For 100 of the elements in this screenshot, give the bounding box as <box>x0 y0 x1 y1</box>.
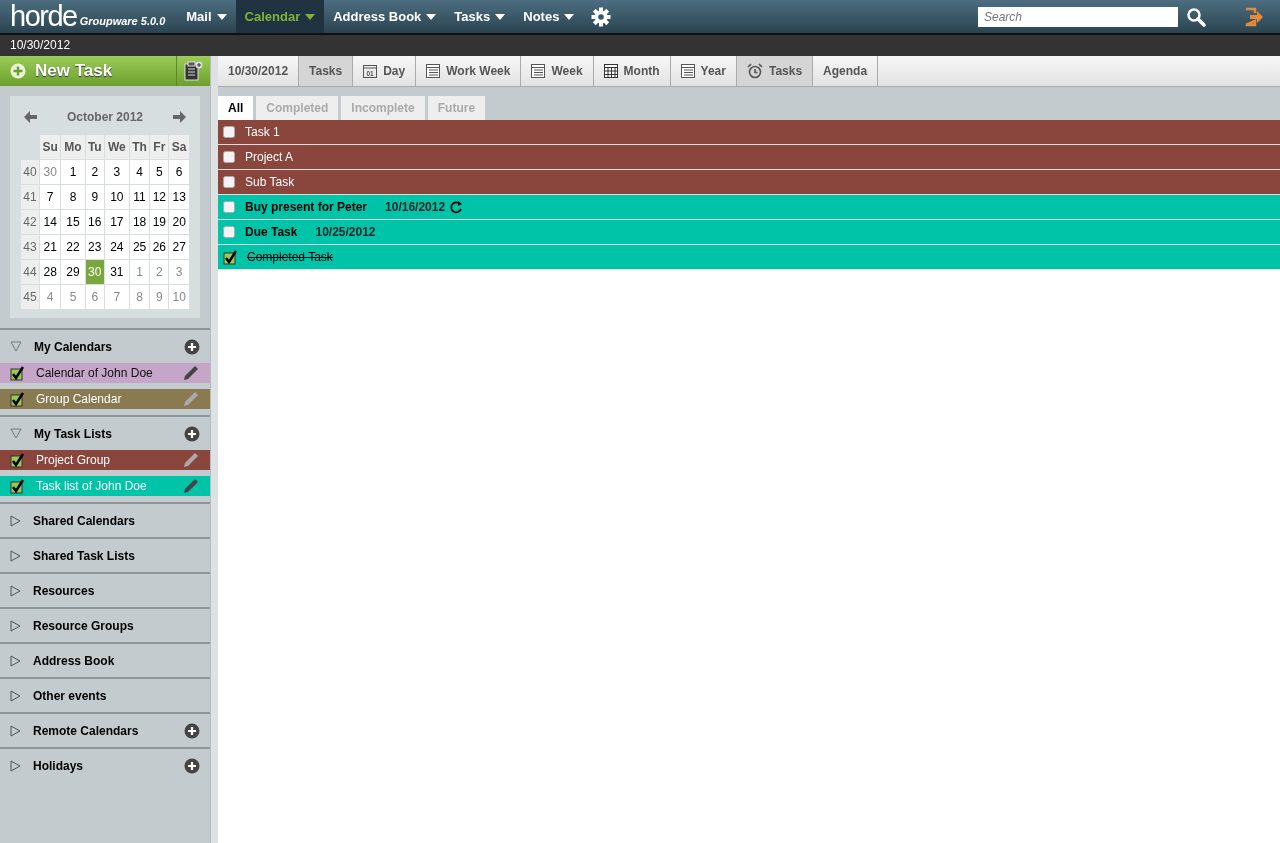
item-label: Group Calendar <box>36 391 123 408</box>
section-title[interactable]: Address Book <box>33 651 200 670</box>
pencil-icon[interactable] <box>182 477 200 495</box>
pencil-icon[interactable] <box>182 364 200 382</box>
checkbox[interactable] <box>223 226 235 238</box>
left-arrow-icon[interactable] <box>24 111 37 123</box>
section-title[interactable]: Other events <box>33 686 200 705</box>
weekday-header: Mo <box>60 134 86 160</box>
section-title[interactable]: My Calendars <box>34 337 172 356</box>
settings-icon[interactable] <box>591 6 612 27</box>
triangle-right-icon[interactable] <box>10 654 21 667</box>
caret-icon <box>495 12 506 21</box>
view-tab[interactable]: Tasks <box>299 56 354 86</box>
week-number: 41 <box>20 184 40 210</box>
list-icon <box>426 64 441 78</box>
triangle-right-icon[interactable] <box>10 689 21 702</box>
view-tab[interactable]: Agenda <box>813 56 879 86</box>
version-label: Groupware 5.0.0 <box>78 13 167 29</box>
filter-tab[interactable]: All <box>218 96 254 120</box>
calendar-list-item[interactable]: Project Group <box>0 450 210 470</box>
task-row[interactable]: Sub Task <box>218 170 1280 195</box>
task-name: Completed Task <box>247 249 333 266</box>
checkbox[interactable] <box>223 176 235 188</box>
checkbox[interactable] <box>223 201 235 213</box>
task-name: Buy present for Peter <box>245 199 368 216</box>
section-title[interactable]: Resources <box>33 581 200 600</box>
checkbox[interactable] <box>10 365 24 381</box>
plus-icon <box>10 63 26 79</box>
weekday-header: Th <box>129 134 150 160</box>
menu-item[interactable]: Calendar <box>235 0 325 33</box>
triangle-right-icon[interactable] <box>10 549 21 562</box>
section-title[interactable]: My Task Lists <box>34 424 172 443</box>
weekday-header: Sa <box>168 134 190 160</box>
item-label: Project Group <box>36 452 112 469</box>
checkbox[interactable] <box>10 452 24 468</box>
date-label: 10/30/2012 <box>0 35 1280 56</box>
search-field[interactable]: Search <box>978 6 1178 27</box>
plus-icon[interactable] <box>184 722 200 739</box>
calendar-list-item[interactable]: Group Calendar <box>0 389 210 409</box>
caret-icon <box>564 12 575 21</box>
section-title[interactable]: Shared Task Lists <box>33 546 200 565</box>
checkbox[interactable] <box>10 391 24 407</box>
week-number: 42 <box>20 209 40 235</box>
menu-item[interactable]: Notes <box>514 0 584 33</box>
due-date: 10/25/2012 <box>315 224 376 241</box>
task-name: Sub Task <box>245 174 295 191</box>
menu-item[interactable]: Mail <box>177 0 236 33</box>
triangle-right-icon[interactable] <box>10 724 21 737</box>
logout-icon[interactable] <box>1244 6 1264 27</box>
triangle-right-icon[interactable] <box>10 759 21 772</box>
menu-item[interactable]: Tasks <box>445 0 515 33</box>
week-number: 44 <box>20 259 40 285</box>
due-date: 10/16/2012 <box>385 199 446 216</box>
section-title[interactable]: Resource Groups <box>33 616 200 635</box>
search-icon[interactable] <box>1186 6 1206 27</box>
caret-icon <box>305 12 316 21</box>
section-title[interactable]: Shared Calendars <box>33 511 200 530</box>
item-label: Calendar of John Doe <box>36 365 154 382</box>
plus-icon[interactable] <box>184 338 200 355</box>
triangle-down-icon[interactable] <box>10 341 22 352</box>
task-name: Task 1 <box>245 124 280 141</box>
logo: horde <box>9 0 77 33</box>
triangle-down-icon[interactable] <box>10 428 22 439</box>
task-row[interactable]: Due Task 10/25/2012 <box>218 220 1280 245</box>
week-number: 40 <box>20 159 40 185</box>
task-row[interactable]: Task 1 <box>218 120 1280 145</box>
triangle-right-icon[interactable] <box>10 514 21 527</box>
checkbox[interactable] <box>10 478 24 494</box>
weekday-header: Su <box>39 134 61 160</box>
checkbox[interactable] <box>223 249 237 265</box>
task-row[interactable]: Buy present for Peter 10/16/2012 <box>218 195 1280 220</box>
checkbox[interactable] <box>223 126 235 138</box>
view-tab[interactable]: Year <box>670 56 737 86</box>
section-title[interactable]: Holidays <box>33 756 172 775</box>
section-title[interactable]: Remote Calendars <box>33 721 172 740</box>
plus-icon[interactable] <box>184 757 200 774</box>
calendar-list-item[interactable]: Calendar of John Doe <box>0 363 210 383</box>
clipboard-icon[interactable] <box>184 61 203 81</box>
view-tab[interactable]: Month <box>593 56 671 86</box>
weekday-header: We <box>104 134 130 160</box>
view-tab[interactable]: Tasks <box>736 56 814 86</box>
grid-icon <box>603 64 618 78</box>
list-icon <box>531 64 546 78</box>
task-row[interactable]: Completed Task <box>218 245 1280 270</box>
alarm-clock-icon <box>746 63 763 79</box>
checkbox[interactable] <box>223 151 235 163</box>
triangle-right-icon[interactable] <box>10 584 21 597</box>
view-tab[interactable]: Work Week <box>416 56 522 86</box>
week-number: 43 <box>20 234 40 260</box>
task-row[interactable]: Project A <box>218 145 1280 170</box>
caret-icon <box>216 12 227 21</box>
list-icon <box>680 64 695 78</box>
menu-item[interactable]: Address Book <box>324 0 446 33</box>
task-name: Project A <box>245 149 294 166</box>
triangle-right-icon[interactable] <box>10 619 21 632</box>
pencil-icon[interactable] <box>182 451 200 469</box>
plus-icon[interactable] <box>184 425 200 442</box>
view-tab[interactable]: Week <box>521 56 594 86</box>
right-arrow-icon[interactable] <box>173 111 186 123</box>
month-title: October 2012 <box>66 109 143 126</box>
